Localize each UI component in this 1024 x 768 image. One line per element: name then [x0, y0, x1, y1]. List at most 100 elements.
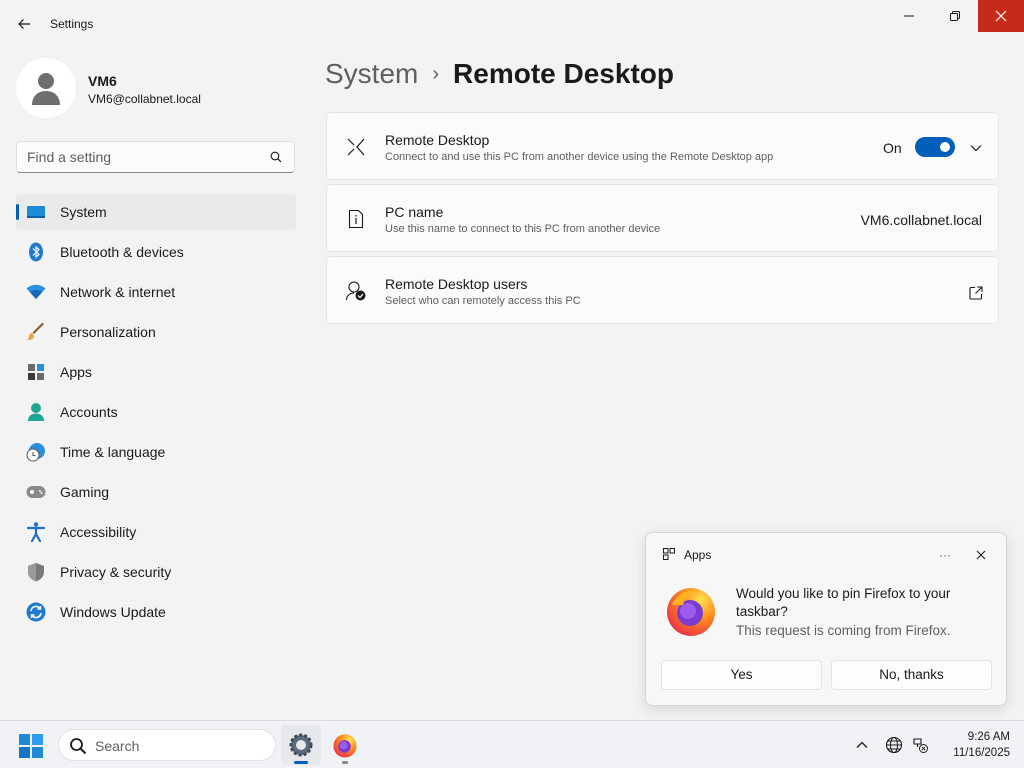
sidebar-item-privacy[interactable]: Privacy & security — [16, 554, 296, 590]
restore-button[interactable] — [932, 0, 978, 32]
card-subtitle: Connect to and use this PC from another … — [385, 151, 774, 163]
avatar[interactable] — [16, 58, 76, 118]
network-disconnected-icon — [913, 738, 928, 753]
sidebar-item-accessibility[interactable]: Accessibility — [16, 514, 296, 550]
sidebar-item-label: Accounts — [60, 404, 118, 420]
show-hidden-icons-button[interactable] — [852, 735, 872, 755]
sidebar-item-label: Privacy & security — [60, 564, 172, 580]
remote-desktop-users-card[interactable]: Remote Desktop users Select who can remo… — [326, 256, 999, 324]
card-title: Remote Desktop — [385, 132, 490, 148]
card-title: Remote Desktop users — [385, 276, 528, 292]
chevron-up-icon — [856, 741, 868, 748]
sidebar-nav: System Bluetooth & devices Network & int… — [16, 194, 296, 634]
pin-firefox-notification: Apps ··· Would you like to pin Firefox t… — [645, 532, 1007, 706]
minimize-button[interactable] — [886, 0, 932, 32]
apps-grid-icon — [663, 548, 675, 560]
more-options-button[interactable]: ··· — [933, 543, 957, 567]
remote-desktop-toggle[interactable] — [915, 137, 955, 157]
sidebar-item-label: Time & language — [60, 444, 166, 460]
system-clock[interactable]: 9:26 AM 11/16/2025 — [936, 729, 1010, 761]
gamepad-icon — [26, 483, 46, 501]
toast-message: Would you like to pin Firefox to your ta… — [736, 586, 951, 619]
close-button[interactable] — [978, 0, 1024, 32]
apps-icon — [26, 363, 46, 381]
restore-icon — [950, 11, 960, 21]
remote-desktop-icon — [345, 136, 367, 158]
user-check-icon — [345, 280, 367, 302]
search-icon — [70, 738, 87, 755]
sidebar-item-bluetooth[interactable]: Bluetooth & devices — [16, 234, 296, 270]
sidebar-item-label: Personalization — [60, 324, 156, 340]
chevron-down-icon — [970, 145, 982, 152]
settings-gear-icon — [289, 733, 313, 757]
sidebar-item-time-language[interactable]: Time & language — [16, 434, 296, 470]
clock-globe-icon — [26, 443, 46, 462]
toggle-state-label: On — [883, 140, 902, 156]
user-avatar-icon — [32, 73, 60, 105]
page-title: Remote Desktop — [453, 58, 674, 89]
brush-icon — [26, 322, 46, 341]
profile-name: VM6 — [88, 73, 117, 89]
close-icon — [976, 550, 986, 560]
close-icon — [995, 10, 1007, 22]
shield-icon — [26, 563, 46, 582]
taskbar-firefox-app[interactable] — [325, 725, 365, 765]
document-info-icon — [345, 208, 367, 230]
network-status-button[interactable] — [910, 735, 930, 755]
taskbar-search[interactable]: Search — [58, 729, 276, 761]
sidebar-item-system[interactable]: System — [16, 194, 296, 230]
sidebar-item-apps[interactable]: Apps — [16, 354, 296, 390]
open-external-button[interactable] — [965, 282, 987, 304]
profile-email: VM6@collabnet.local — [88, 92, 201, 106]
no-thanks-button[interactable]: No, thanks — [831, 660, 992, 690]
start-button[interactable] — [18, 733, 44, 759]
sidebar-item-label: System — [60, 204, 107, 220]
card-title: PC name — [385, 204, 444, 220]
firefox-icon — [333, 734, 357, 758]
sidebar-item-windows-update[interactable]: Windows Update — [16, 594, 296, 630]
sidebar-item-label: Accessibility — [60, 524, 137, 540]
toast-close-button[interactable] — [969, 543, 993, 567]
minimize-icon — [904, 15, 914, 17]
sidebar-item-label: Gaming — [60, 484, 110, 500]
breadcrumb-parent[interactable]: System — [325, 58, 418, 90]
expand-button[interactable] — [965, 137, 987, 159]
sidebar-item-accounts[interactable]: Accounts — [16, 394, 296, 430]
search-input[interactable] — [27, 149, 257, 165]
pc-name-value: VM6.collabnet.local — [860, 212, 982, 228]
card-subtitle: Select who can remotely access this PC — [385, 295, 581, 307]
taskbar-settings-app[interactable] — [281, 725, 321, 765]
firefox-logo-icon — [667, 588, 715, 636]
sidebar-item-label: Apps — [60, 364, 92, 380]
toast-source: This request is coming from Firefox. — [736, 623, 951, 638]
sidebar-item-label: Network & internet — [60, 284, 176, 300]
remote-desktop-card: Remote Desktop Connect to and use this P… — [326, 112, 999, 180]
external-link-icon — [969, 286, 983, 300]
language-button[interactable] — [884, 735, 904, 755]
search-icon[interactable] — [270, 151, 282, 163]
title-bar: Settings — [0, 0, 1024, 48]
system-icon — [26, 203, 46, 221]
back-arrow-icon — [18, 19, 30, 29]
back-button[interactable] — [10, 12, 38, 36]
card-subtitle: Use this name to connect to this PC from… — [385, 223, 661, 235]
clock-date: 11/16/2025 — [953, 747, 1010, 759]
pc-name-card: PC name Use this name to connect to this… — [326, 184, 999, 252]
settings-search[interactable] — [16, 141, 295, 173]
sidebar-item-label: Bluetooth & devices — [60, 244, 184, 260]
sidebar-item-network[interactable]: Network & internet — [16, 274, 296, 310]
chevron-right-icon: › — [432, 62, 440, 85]
sidebar-item-personalization[interactable]: Personalization — [16, 314, 296, 350]
yes-button[interactable]: Yes — [661, 660, 822, 690]
sidebar-item-gaming[interactable]: Gaming — [16, 474, 296, 510]
bluetooth-icon — [26, 242, 46, 262]
taskbar-search-label: Search — [95, 738, 140, 754]
globe-icon — [885, 736, 903, 754]
update-icon — [26, 602, 46, 622]
toast-app-name: Apps — [684, 548, 712, 562]
sidebar-item-label: Windows Update — [60, 604, 166, 620]
accounts-icon — [26, 403, 46, 421]
clock-time: 9:26 AM — [967, 731, 1010, 743]
wifi-icon — [26, 283, 46, 301]
windows-logo-icon — [19, 734, 43, 758]
